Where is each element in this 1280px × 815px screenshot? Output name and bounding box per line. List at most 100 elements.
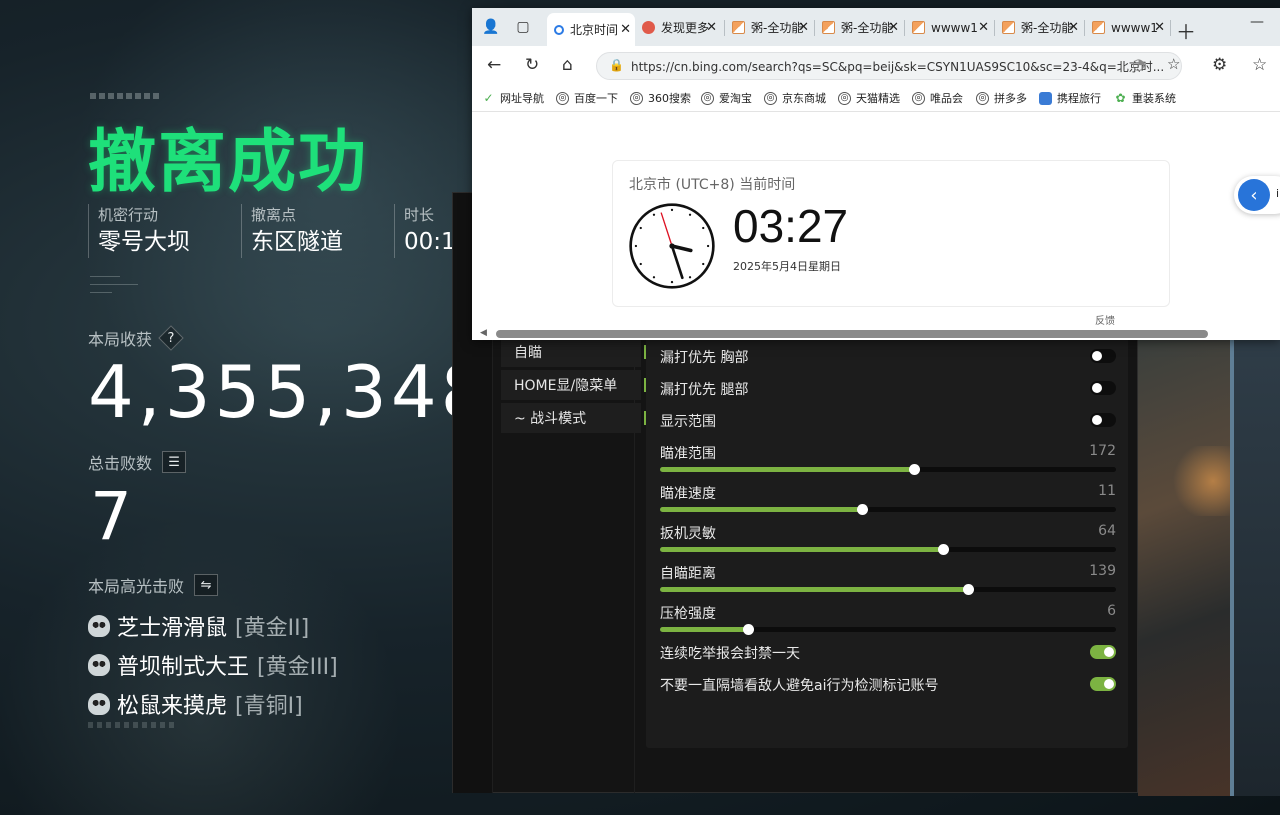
tab-separator: [1170, 20, 1171, 36]
close-icon[interactable]: ✕: [620, 22, 631, 37]
scroll-left-icon[interactable]: ◀: [480, 328, 487, 338]
slider-fill: [660, 627, 748, 632]
close-icon[interactable]: ✕: [1068, 20, 1079, 35]
question-icon[interactable]: ?: [158, 325, 184, 351]
favorites-icon[interactable]: ☆: [1252, 55, 1267, 75]
globe-icon: ◎: [912, 91, 925, 105]
slider-row: 瞄准范围 172: [660, 443, 1116, 475]
toggle-label: 不要一直隔墙看敌人避免ai行为检测标记账号: [660, 678, 939, 694]
toggle-switch[interactable]: [1090, 677, 1116, 691]
nav-item-aimbot[interactable]: 自瞄: [501, 337, 647, 367]
tab-discover[interactable]: 发现更多 ✕: [635, 13, 721, 42]
bookmark-item[interactable]: ◎ 京东商城: [764, 90, 826, 106]
settings-pane: 漏打优先 胸部 漏打优先 腿部 显示范围 瞄准范围 172 瞄准速度 11 扳机…: [646, 323, 1128, 748]
slider-handle[interactable]: [857, 504, 868, 515]
nav-item-toggle-menu[interactable]: HOME显/隐菜单: [501, 370, 647, 400]
side-panel-toggle[interactable]: ‹ i: [1234, 176, 1280, 214]
refresh-icon[interactable]: ↻: [525, 55, 539, 75]
tab-item[interactable]: wwww1 ✕: [1085, 13, 1169, 42]
bookmark-item[interactable]: ◎ 唯品会: [912, 90, 963, 106]
slider-label: 扳机灵敏: [660, 526, 716, 542]
lock-icon: 🔒: [609, 58, 624, 72]
slider-handle[interactable]: [909, 464, 920, 475]
clock-location: 北京市 (UTC+8) 当前时间: [629, 177, 796, 193]
scroll-thumb[interactable]: [496, 330, 1208, 338]
clock-tick: [670, 280, 674, 284]
slider-label: 瞄准范围: [660, 446, 716, 462]
toggle-label: 显示范围: [660, 414, 716, 430]
home-icon[interactable]: ⌂: [562, 55, 573, 75]
bookmark-item[interactable]: 携程旅行: [1039, 90, 1101, 106]
slider-track[interactable]: [660, 544, 1116, 555]
slider-handle[interactable]: [963, 584, 974, 595]
bookmark-label: 唯品会: [930, 92, 963, 105]
player-rank: [黄金II]: [235, 615, 310, 641]
slider-value: 139: [1089, 563, 1116, 579]
bookmark-item[interactable]: ✓ 网址导航: [482, 90, 544, 106]
bookmark-item[interactable]: ✿ 重装系统: [1114, 90, 1176, 106]
slider-track[interactable]: [660, 464, 1116, 475]
toggle-switch[interactable]: [1090, 413, 1116, 427]
slider-handle[interactable]: [743, 624, 754, 635]
slider-label: 瞄准速度: [660, 486, 716, 502]
footer-decoration: [88, 722, 178, 728]
player-rank: [青铜I]: [235, 693, 303, 719]
new-tab-icon[interactable]: ＋: [1176, 16, 1196, 45]
bookmark-item[interactable]: ◎ 拼多多: [976, 90, 1027, 106]
toggle-row: 不要一直隔墙看敌人避免ai行为检测标记账号: [660, 675, 1116, 695]
red-logo-icon: [642, 21, 655, 34]
slider-track[interactable]: [660, 504, 1116, 515]
page-content: 北京市 (UTC+8) 当前时间 03:27 2025年5月4日星期日 反馈 ‹…: [472, 112, 1280, 340]
close-icon[interactable]: ✕: [1154, 20, 1165, 35]
toggle-row: 漏打优先 胸部: [660, 347, 1116, 367]
bookmark-label: 360搜索: [648, 92, 691, 105]
system-icon: ✿: [1115, 91, 1126, 105]
star-icon[interactable]: ☆: [1167, 55, 1180, 73]
bookmark-label: 拼多多: [994, 92, 1027, 105]
tab-beijing-time[interactable]: 北京时间 ✕: [547, 13, 635, 46]
slider-value: 11: [1098, 483, 1116, 499]
bookmark-item[interactable]: ◎ 360搜索: [630, 90, 691, 106]
horizontal-scrollbar[interactable]: ◀: [480, 328, 1280, 340]
swap-icon[interactable]: ⇋: [194, 574, 219, 596]
toggle-switch[interactable]: [1090, 645, 1116, 659]
toggle-switch[interactable]: [1090, 349, 1116, 363]
tab-label: 粥-全功能: [1021, 21, 1074, 35]
close-icon[interactable]: ✕: [798, 20, 809, 35]
slider-handle[interactable]: [938, 544, 949, 555]
meta-label: 机密行动: [98, 206, 159, 224]
toggle-switch[interactable]: [1090, 381, 1116, 395]
toggle-label: 连续吃举报会封禁一天: [660, 646, 800, 662]
tab-label: 北京时间: [570, 23, 619, 37]
bookmark-item[interactable]: ◎ 天猫精选: [838, 90, 900, 106]
read-aloud-icon[interactable]: ◔: [1132, 55, 1145, 73]
meta-extract-point: 撤离点 东区隧道: [241, 204, 394, 258]
tab-label: wwww1: [1111, 20, 1158, 35]
list-icon[interactable]: ☰: [162, 451, 187, 473]
feedback-link[interactable]: 反馈: [1095, 312, 1115, 327]
orange-flag-icon: [732, 21, 745, 34]
clock-date: 2025年5月4日星期日: [733, 260, 841, 273]
close-icon[interactable]: ✕: [978, 20, 989, 35]
slider-track[interactable]: [660, 624, 1116, 635]
tab-item[interactable]: wwww1 ✕: [905, 13, 993, 42]
toggle-label: 漏打优先 胸部: [660, 350, 749, 366]
highlights-label-row: 本局高光击败 ⇋: [88, 573, 219, 597]
close-icon[interactable]: ✕: [706, 20, 717, 35]
nav-item-combat-mode[interactable]: ~ 战斗模式: [501, 403, 647, 433]
url-input[interactable]: 🔒 https://cn.bing.com/search?qs=SC&pq=be…: [596, 52, 1182, 80]
extensions-icon[interactable]: ⚙: [1212, 55, 1227, 75]
minimize-icon[interactable]: —: [1250, 14, 1264, 30]
slider-track[interactable]: [660, 584, 1116, 595]
tab-actions-icon[interactable]: ▢: [512, 17, 534, 37]
tab-item[interactable]: 粥-全功能 ✕: [995, 13, 1083, 42]
profile-icon[interactable]: 👤: [480, 17, 502, 37]
bookmark-item[interactable]: ◎ 爱淘宝: [701, 90, 752, 106]
tab-item[interactable]: 粥-全功能 ✕: [815, 13, 903, 42]
tab-item[interactable]: 粥-全功能 ✕: [725, 13, 813, 42]
tab-label: wwww1: [931, 20, 978, 35]
meta-label: 撤离点: [251, 206, 297, 224]
bookmark-item[interactable]: ◎ 百度一下: [556, 90, 618, 106]
close-icon[interactable]: ✕: [888, 20, 899, 35]
back-icon[interactable]: ←: [487, 55, 501, 75]
